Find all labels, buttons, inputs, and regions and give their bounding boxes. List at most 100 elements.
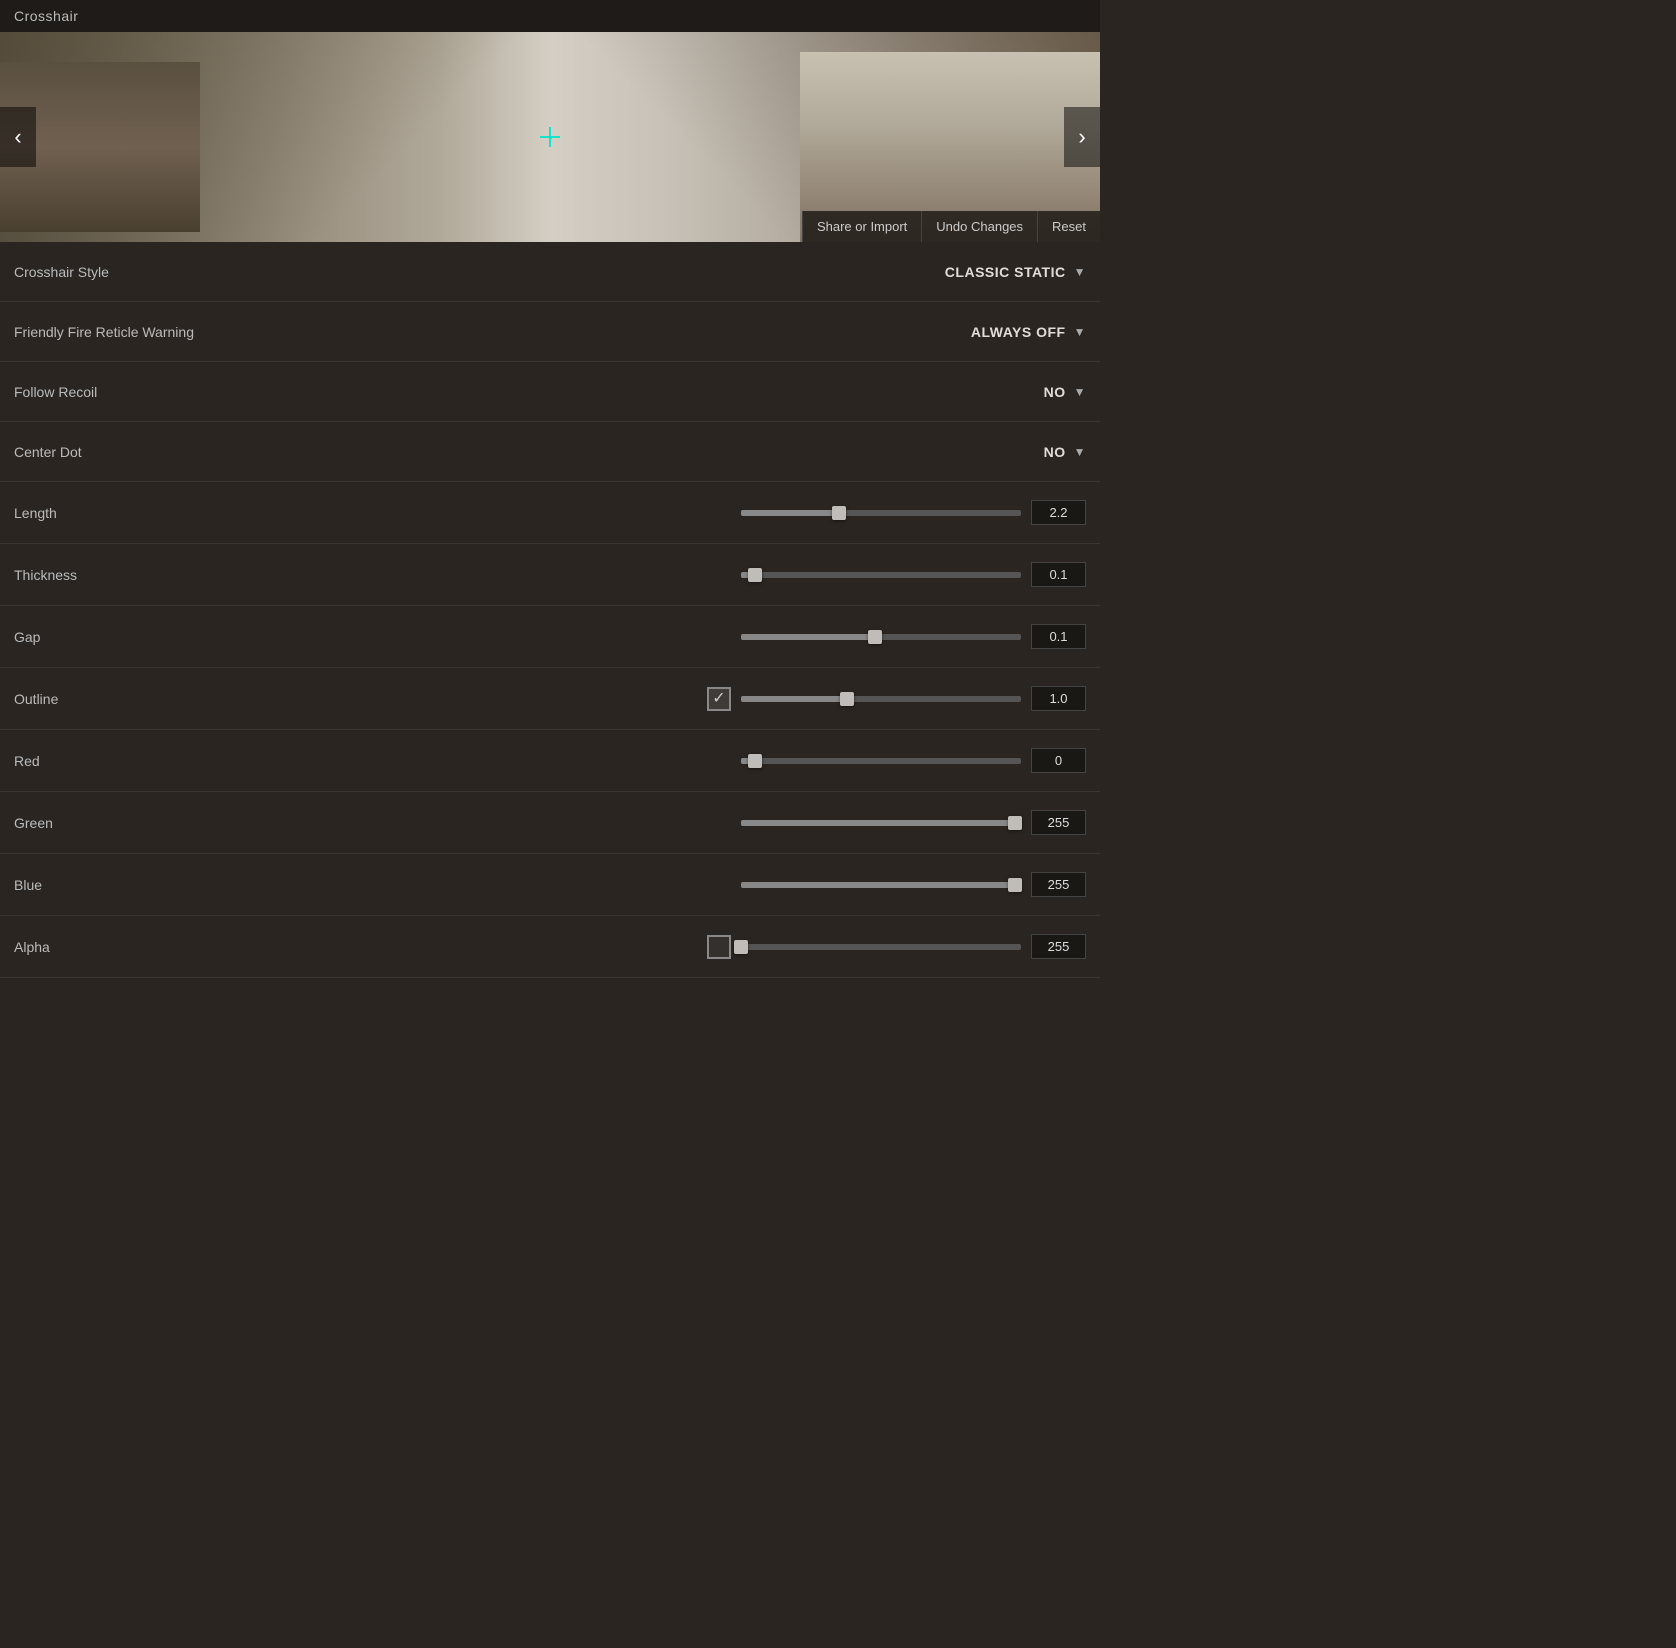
alpha-label: Alpha (14, 939, 314, 955)
reset-button[interactable]: Reset (1037, 211, 1100, 242)
crosshair-style-label: Crosshair Style (14, 264, 314, 280)
setting-row-crosshair-style: Crosshair Style CLASSIC STATIC ▼ (0, 242, 1100, 302)
friendly-fire-value: ALWAYS OFF (971, 324, 1066, 340)
thickness-label: Thickness (14, 567, 314, 583)
blue-slider-container: 255 (314, 872, 1086, 897)
friendly-fire-dropdown[interactable]: ALWAYS OFF ▼ (971, 324, 1086, 340)
blue-slider-track (741, 882, 1021, 888)
alpha-slider-track (741, 944, 1021, 950)
chevron-down-icon: ▼ (1074, 445, 1086, 459)
nav-prev-button[interactable]: ‹ (0, 107, 36, 167)
crosshair-style-value: CLASSIC STATIC (945, 264, 1066, 280)
alpha-slider-value: 255 (1031, 934, 1086, 959)
outline-slider-track-wrapper[interactable] (741, 696, 1021, 702)
length-slider-fill (741, 510, 839, 516)
thickness-slider-track-wrapper[interactable] (741, 572, 1021, 578)
red-slider-track-wrapper[interactable] (741, 758, 1021, 764)
green-slider-fill (741, 820, 1015, 826)
crosshair-preview (540, 127, 560, 147)
alpha-checkbox[interactable] (707, 935, 731, 959)
blue-slider-fill (741, 882, 1015, 888)
outline-checkbox[interactable]: ✓ (707, 687, 731, 711)
setting-row-thickness: Thickness 0.1 (0, 544, 1100, 606)
outline-slider-thumb[interactable] (840, 692, 854, 706)
share-import-button[interactable]: Share or Import (802, 211, 921, 242)
center-dot-value: NO (1044, 444, 1066, 460)
chevron-down-icon: ▼ (1074, 325, 1086, 339)
follow-recoil-dropdown[interactable]: NO ▼ (1044, 384, 1086, 400)
gap-control: 0.1 (314, 624, 1086, 649)
center-dot-control: NO ▼ (314, 444, 1086, 460)
outline-slider-track (741, 696, 1021, 702)
length-label: Length (14, 505, 314, 521)
setting-row-green: Green 255 (0, 792, 1100, 854)
green-slider-track (741, 820, 1021, 826)
alpha-slider-thumb[interactable] (734, 940, 748, 954)
red-slider-track (741, 758, 1021, 764)
undo-changes-button[interactable]: Undo Changes (921, 211, 1037, 242)
red-slider-container: 0 (314, 748, 1086, 773)
panel-title: Crosshair (0, 0, 1100, 32)
crosshair-style-dropdown[interactable]: CLASSIC STATIC ▼ (945, 264, 1086, 280)
blue-slider-thumb[interactable] (1008, 878, 1022, 892)
preview-actions: Share or Import Undo Changes Reset (802, 211, 1100, 242)
setting-row-red: Red 0 (0, 730, 1100, 792)
green-slider-thumb[interactable] (1008, 816, 1022, 830)
follow-recoil-label: Follow Recoil (14, 384, 314, 400)
chevron-down-icon: ▼ (1074, 385, 1086, 399)
length-slider-container: 2.2 (314, 500, 1086, 525)
thickness-slider-value: 0.1 (1031, 562, 1086, 587)
red-control: 0 (314, 748, 1086, 773)
setting-row-follow-recoil: Follow Recoil NO ▼ (0, 362, 1100, 422)
green-slider-track-wrapper[interactable] (741, 820, 1021, 826)
outline-controls: ✓ 1.0 (314, 686, 1086, 711)
setting-row-friendly-fire: Friendly Fire Reticle Warning ALWAYS OFF… (0, 302, 1100, 362)
thickness-slider-track (741, 572, 1021, 578)
gap-slider-container: 0.1 (314, 624, 1086, 649)
center-dot-label: Center Dot (14, 444, 314, 460)
green-slider-container: 255 (314, 810, 1086, 835)
chevron-left-icon: ‹ (14, 124, 21, 150)
blue-slider-track-wrapper[interactable] (741, 882, 1021, 888)
length-slider-track-wrapper[interactable] (741, 510, 1021, 516)
length-slider-value: 2.2 (1031, 500, 1086, 525)
friendly-fire-control: ALWAYS OFF ▼ (314, 324, 1086, 340)
gap-slider-thumb[interactable] (868, 630, 882, 644)
setting-row-outline: Outline ✓ 1.0 (0, 668, 1100, 730)
thickness-control: 0.1 (314, 562, 1086, 587)
setting-row-gap: Gap 0.1 (0, 606, 1100, 668)
thickness-slider-container: 0.1 (314, 562, 1086, 587)
length-slider-track (741, 510, 1021, 516)
outline-control: ✓ 1.0 (314, 686, 1086, 711)
gap-label: Gap (14, 629, 314, 645)
green-control: 255 (314, 810, 1086, 835)
follow-recoil-value: NO (1044, 384, 1066, 400)
nav-next-button[interactable]: › (1064, 107, 1100, 167)
red-label: Red (14, 753, 314, 769)
blue-label: Blue (14, 877, 314, 893)
center-dot-dropdown[interactable]: NO ▼ (1044, 444, 1086, 460)
alpha-slider-track-wrapper[interactable] (741, 944, 1021, 950)
length-control: 2.2 (314, 500, 1086, 525)
chevron-down-icon: ▼ (1074, 265, 1086, 279)
red-slider-thumb[interactable] (748, 754, 762, 768)
length-slider-thumb[interactable] (832, 506, 846, 520)
thickness-slider-thumb[interactable] (748, 568, 762, 582)
outline-slider-fill (741, 696, 847, 702)
gap-slider-track (741, 634, 1021, 640)
blue-slider-value: 255 (1031, 872, 1086, 897)
green-slider-value: 255 (1031, 810, 1086, 835)
outline-slider-value: 1.0 (1031, 686, 1086, 711)
setting-row-length: Length 2.2 (0, 482, 1100, 544)
settings-section: Crosshair Style CLASSIC STATIC ▼ Friendl… (0, 242, 1100, 978)
gap-slider-value: 0.1 (1031, 624, 1086, 649)
crosshair-style-control: CLASSIC STATIC ▼ (314, 264, 1086, 280)
panel-title-text: Crosshair (14, 8, 78, 24)
friendly-fire-label: Friendly Fire Reticle Warning (14, 324, 314, 340)
crosshair-panel: Crosshair ‹ › Share or Import Undo Chang… (0, 0, 1100, 978)
red-slider-value: 0 (1031, 748, 1086, 773)
crosshair-center-dot (549, 136, 552, 139)
gap-slider-track-wrapper[interactable] (741, 634, 1021, 640)
blue-control: 255 (314, 872, 1086, 897)
preview-area: ‹ › Share or Import Undo Changes Reset (0, 32, 1100, 242)
